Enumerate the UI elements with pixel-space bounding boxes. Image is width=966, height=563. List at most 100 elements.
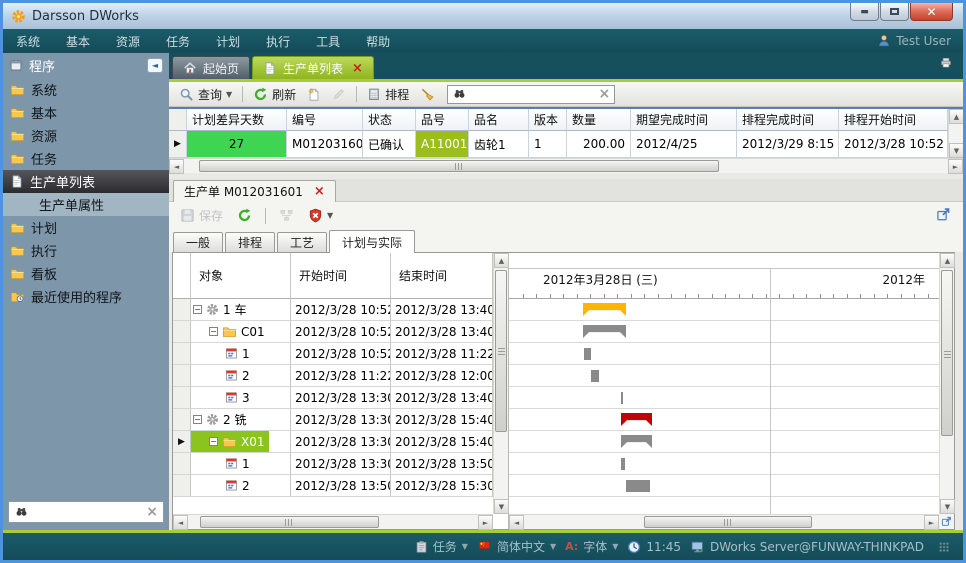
scroll-right-icon[interactable]: ► xyxy=(924,515,939,530)
column-header-5[interactable]: 品名 xyxy=(469,109,529,131)
detail-tab-close-icon[interactable]: × xyxy=(314,185,325,198)
sidebar-item-3[interactable]: 资源 xyxy=(3,124,169,147)
subtab-4[interactable]: 计划与实际 xyxy=(329,230,415,253)
status-language[interactable]: 简体中文 ▼ xyxy=(477,538,556,555)
sidebar-collapse-button[interactable]: ◄ xyxy=(147,58,163,73)
menu-item-3[interactable]: 资源 xyxy=(103,29,153,53)
gantt-bar-task[interactable] xyxy=(591,370,599,382)
scroll-right-icon[interactable]: ► xyxy=(948,159,963,174)
scroll-left-icon[interactable]: ◄ xyxy=(173,515,188,530)
order-cell-3[interactable]: 已确认 xyxy=(363,131,416,158)
gantt-vscrollbar[interactable]: ▲ ▼ xyxy=(939,253,954,514)
tree-start-cell[interactable]: 2012/3/28 13:30 xyxy=(291,409,391,431)
tree-end-cell[interactable]: 2012/3/28 11:22 xyxy=(391,343,493,365)
tree-row-2[interactable]: −C012012/3/28 10:522012/3/28 13:40 xyxy=(173,321,493,343)
menu-item-6[interactable]: 执行 xyxy=(253,29,303,53)
tree-row-8[interactable]: 12012/3/28 13:302012/3/28 13:50 xyxy=(173,453,493,475)
column-header-2[interactable]: 编号 xyxy=(287,109,363,131)
tree-row-selector[interactable] xyxy=(173,409,191,431)
tree-start-cell[interactable]: 2012/3/28 10:52 xyxy=(291,321,391,343)
protect-button[interactable]: ▼ xyxy=(304,207,337,224)
subtab-3[interactable]: 工艺 xyxy=(277,232,327,252)
save-button[interactable]: 保存 xyxy=(176,206,227,225)
gantt-popout-corner[interactable] xyxy=(939,514,954,529)
protect-dropdown-icon[interactable]: ▼ xyxy=(327,211,333,220)
tree-start-cell[interactable]: 2012/3/28 13:30 xyxy=(291,453,391,475)
menu-item-1[interactable]: 系统 xyxy=(3,29,53,53)
gantt-bar-task[interactable] xyxy=(584,348,591,360)
sidebar-item-5[interactable]: 生产单列表 xyxy=(3,170,169,193)
tree-start-cell[interactable]: 2012/3/28 11:22 xyxy=(291,365,391,387)
maximize-button[interactable] xyxy=(880,2,909,21)
user-indicator[interactable]: Test User xyxy=(877,34,963,48)
tree-object-cell[interactable]: 1 xyxy=(191,453,291,475)
tree-object-cell[interactable]: 3 xyxy=(191,387,291,409)
tree-end-cell[interactable]: 2012/3/28 15:30 xyxy=(391,475,493,497)
scroll-up-icon[interactable]: ▲ xyxy=(940,253,955,268)
tree-object-cell[interactable]: −2 铣 xyxy=(191,409,291,431)
tree-row-selector[interactable] xyxy=(173,365,191,387)
sidebar-search-clear-icon[interactable]: × xyxy=(146,505,158,519)
menu-item-2[interactable]: 基本 xyxy=(53,29,103,53)
tree-start-cell[interactable]: 2012/3/28 13:30 xyxy=(291,387,391,409)
tree-row-selector[interactable] xyxy=(173,343,191,365)
tree-row-selector[interactable] xyxy=(173,475,191,497)
column-header-7[interactable]: 数量 xyxy=(567,109,631,131)
tree-end-cell[interactable]: 2012/3/28 13:40 xyxy=(391,387,493,409)
tree-object-cell[interactable]: −1 车 xyxy=(191,299,291,321)
scroll-up-icon[interactable]: ▲ xyxy=(949,109,964,124)
tree-end-cell[interactable]: 2012/3/28 13:40 xyxy=(391,299,493,321)
sidebar-search-input[interactable] xyxy=(34,505,141,519)
order-cell-7[interactable]: 200.00 xyxy=(567,131,631,158)
scroll-down-icon[interactable]: ▼ xyxy=(940,499,955,514)
menu-item-5[interactable]: 计划 xyxy=(203,29,253,53)
tab-start-page[interactable]: 起始页 xyxy=(172,56,250,79)
detail-refresh-button[interactable] xyxy=(233,207,256,224)
tree-end-cell[interactable]: 2012/3/28 15:40 xyxy=(391,431,493,453)
list-search-clear-icon[interactable]: × xyxy=(598,87,610,101)
collapse-box-icon[interactable]: − xyxy=(209,327,218,336)
tree-start-cell[interactable]: 2012/3/28 13:50 xyxy=(291,475,391,497)
schedule-button[interactable]: 排程 xyxy=(363,85,413,104)
minimize-button[interactable]: ▬ xyxy=(850,2,879,21)
resize-grip[interactable] xyxy=(939,542,949,552)
query-dropdown-icon[interactable]: ▼ xyxy=(226,90,232,99)
column-header-6[interactable]: 版本 xyxy=(529,109,567,131)
tree-row-selector[interactable]: ▶ xyxy=(173,431,191,453)
tree-column-header-1[interactable]: 对象 xyxy=(191,253,291,299)
tree-object-cell[interactable]: 2 xyxy=(191,365,291,387)
order-cell-9[interactable]: 2012/3/29 8:15 xyxy=(737,131,839,158)
orders-vscrollbar[interactable]: ▲ ▼ xyxy=(948,109,963,158)
tree-row-selector[interactable] xyxy=(173,453,191,475)
query-button[interactable]: 查询 ▼ xyxy=(175,85,236,104)
scroll-right-icon[interactable]: ► xyxy=(478,515,493,530)
tree-object-cell[interactable]: 1 xyxy=(191,343,291,365)
tree-object-cell[interactable]: 2 xyxy=(191,475,291,497)
gantt-bar-task[interactable] xyxy=(626,480,650,492)
sidebar-item-6[interactable]: 生产单属性 xyxy=(3,193,169,216)
scroll-down-icon[interactable]: ▼ xyxy=(494,499,509,514)
relation-button[interactable] xyxy=(275,208,298,224)
scroll-left-icon[interactable]: ◄ xyxy=(169,159,184,174)
order-cell-4[interactable]: A11001 xyxy=(416,131,469,158)
sidebar-item-10[interactable]: 最近使用的程序 xyxy=(3,285,169,308)
subtab-2[interactable]: 排程 xyxy=(225,232,275,252)
orders-hscrollbar[interactable]: ◄ ► xyxy=(169,158,963,173)
edit-button[interactable] xyxy=(328,86,350,102)
tree-column-header-3[interactable]: 结束时间 xyxy=(391,253,493,299)
tree-column-header-2[interactable]: 开始时间 xyxy=(291,253,391,299)
order-cell-5[interactable]: 齿轮1 xyxy=(469,131,529,158)
font-dropdown-icon[interactable]: ▼ xyxy=(612,542,618,551)
tree-row-5[interactable]: 32012/3/28 13:302012/3/28 13:40 xyxy=(173,387,493,409)
column-header-4[interactable]: 品号 xyxy=(416,109,469,131)
scroll-down-icon[interactable]: ▼ xyxy=(949,143,964,158)
clean-button[interactable] xyxy=(416,86,439,103)
tree-row-selector[interactable] xyxy=(173,321,191,343)
tree-end-cell[interactable]: 2012/3/28 12:00 xyxy=(391,365,493,387)
detail-tab[interactable]: 生产单 M012031601 × xyxy=(173,180,336,202)
popout-icon[interactable] xyxy=(936,207,951,222)
tree-start-cell[interactable]: 2012/3/28 13:30 xyxy=(291,431,391,453)
menu-item-4[interactable]: 任务 xyxy=(153,29,203,53)
tab-order-list[interactable]: 生产单列表 × xyxy=(252,56,374,79)
language-dropdown-icon[interactable]: ▼ xyxy=(550,542,556,551)
